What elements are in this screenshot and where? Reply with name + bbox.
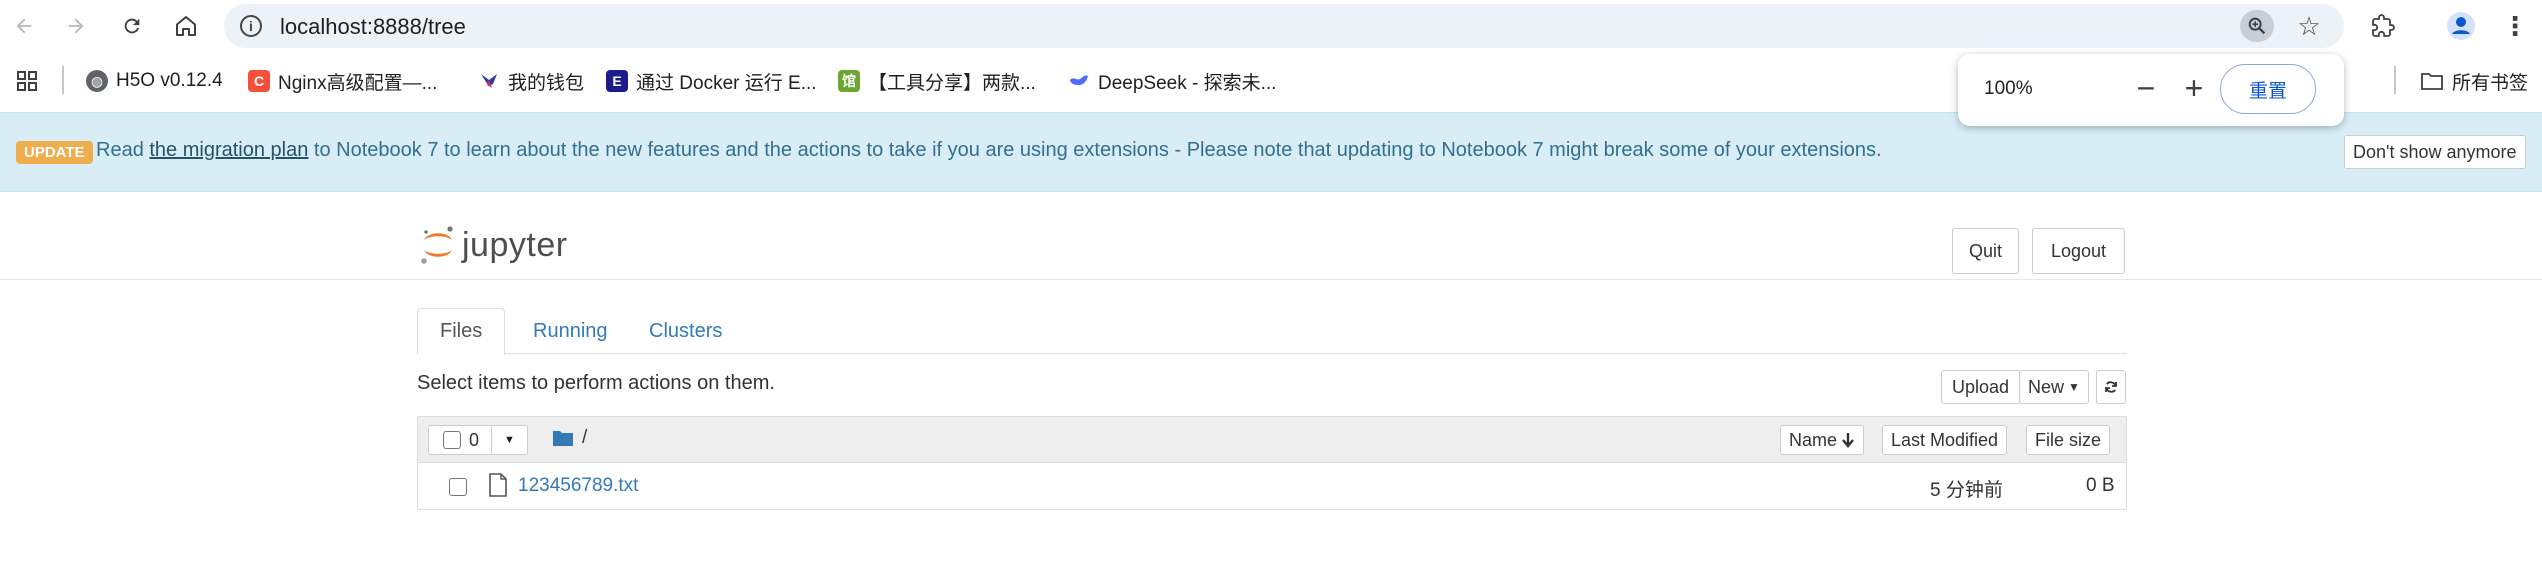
column-name-label: Name	[1789, 429, 1838, 450]
deepseek-icon	[1068, 70, 1090, 92]
selection-hint: Select items to perform actions on them.	[417, 372, 775, 394]
bookmark-item[interactable]: C Nginx高级配置—...	[248, 66, 437, 96]
all-bookmarks[interactable]: 所有书签	[2420, 66, 2528, 96]
jupyter-logo-text: jupyter	[462, 225, 568, 264]
bookmark-item[interactable]: 馆 【工具分享】两款...	[838, 66, 1036, 96]
arrow-left-icon	[16, 18, 32, 34]
file-list-header: 0 ▼ / Name Last Modified File size	[418, 417, 2126, 463]
home-icon	[176, 16, 196, 36]
bookmarks-divider	[62, 66, 64, 94]
address-bar[interactable]: i localhost:8888/tree ☆	[224, 4, 2344, 48]
tab-clusters[interactable]: Clusters	[627, 308, 744, 354]
apps-grid-icon[interactable]	[16, 66, 38, 96]
sort-name-button[interactable]: Name	[1780, 425, 1865, 455]
extensions-button[interactable]	[2364, 8, 2402, 44]
folder-icon	[2421, 73, 2443, 90]
reload-icon	[124, 18, 140, 34]
zoom-level: 100%	[1984, 78, 2033, 99]
bookmark-item[interactable]: 我的钱包	[478, 66, 584, 96]
file-last-modified: 5 分钟前	[1930, 480, 2003, 501]
upload-button[interactable]: Upload	[1941, 370, 2021, 404]
sort-last-modified-button[interactable]: Last Modified	[1882, 425, 2008, 455]
kebab-menu-icon[interactable]: ⋮	[2500, 8, 2530, 44]
caret-down-icon: ▼	[504, 434, 515, 446]
update-message: Read the migration plan to Notebook 7 to…	[96, 139, 1882, 162]
zoom-popup: 100% − + 重置	[1958, 54, 2344, 126]
file-name-link[interactable]: 123456789.txt	[518, 475, 638, 497]
bookmark-label: Nginx高级配置—...	[278, 72, 438, 94]
c-logo-icon: C	[248, 70, 270, 92]
breadcrumb: /	[552, 427, 587, 449]
sort-file-size-button[interactable]: File size	[2026, 425, 2111, 455]
selected-count: 0	[469, 429, 480, 450]
jupyter-header: jupyter Quit Logout	[0, 192, 2542, 280]
zoom-icon[interactable]	[2240, 10, 2274, 42]
update-text-before: Read	[96, 139, 150, 161]
update-text-after: to Notebook 7 to learn about the new fea…	[308, 139, 1882, 161]
e-logo-icon: E	[606, 70, 628, 92]
migration-plan-link[interactable]: the migration plan	[149, 139, 308, 161]
bookmark-label: H5O v0.12.4	[116, 70, 223, 91]
zoom-reset-button[interactable]: 重置	[2220, 64, 2316, 114]
file-icon	[489, 473, 507, 497]
tab-running[interactable]: Running	[511, 308, 630, 354]
bookmark-item[interactable]: ◍ H5O v0.12.4	[86, 66, 223, 96]
jupyter-logo[interactable]: jupyter	[420, 224, 568, 266]
zoom-out-button[interactable]: −	[2126, 68, 2166, 108]
new-label: New	[2028, 376, 2065, 397]
bookmark-item[interactable]: DeepSeek - 探索未...	[1068, 66, 1276, 96]
file-list: 0 ▼ / Name Last Modified File size 12345…	[417, 416, 2127, 510]
arrow-right-icon	[68, 18, 84, 34]
select-menu-dropdown[interactable]: ▼	[492, 426, 527, 454]
jupyter-logo-icon	[421, 226, 453, 264]
select-all-checkbox[interactable]	[443, 431, 461, 449]
bookmarks-divider	[2394, 66, 2396, 94]
bookmark-label: DeepSeek - 探索未...	[1098, 72, 1277, 94]
tab-files[interactable]: Files	[417, 308, 506, 355]
file-row[interactable]: 123456789.txt 5 分钟前 0 B	[418, 463, 2126, 509]
file-size: 0 B	[2086, 475, 2115, 496]
caret-down-icon: ▼	[2068, 380, 2080, 394]
refresh-icon	[2105, 381, 2117, 393]
all-bookmarks-label: 所有书签	[2452, 72, 2529, 94]
puzzle-icon	[2372, 14, 2395, 37]
breadcrumb-root[interactable]: /	[582, 427, 587, 449]
update-badge: UPDATE	[16, 141, 93, 164]
dont-show-anymore-button[interactable]: Don't show anymore	[2344, 135, 2526, 169]
back-button[interactable]	[8, 10, 40, 42]
person-icon	[2447, 12, 2475, 40]
site-info-icon[interactable]: i	[240, 15, 262, 37]
profile-avatar[interactable]	[2442, 8, 2480, 44]
reload-button[interactable]	[116, 10, 148, 42]
refresh-button[interactable]	[2096, 370, 2126, 404]
bookmark-item[interactable]: E 通过 Docker 运行 E...	[606, 66, 817, 96]
bookmark-label: 我的钱包	[508, 72, 585, 94]
bookmark-star-icon[interactable]: ☆	[2292, 10, 2326, 42]
arrow-down-icon	[1842, 433, 1854, 448]
tab-bar: Files Running Clusters	[417, 308, 2127, 355]
select-all-group: 0 ▼	[428, 425, 528, 455]
globe-icon: ◍	[86, 70, 108, 92]
bird-icon	[478, 70, 500, 92]
select-all-checkbox-button[interactable]: 0	[429, 426, 493, 454]
zoom-in-button[interactable]: +	[2174, 68, 2214, 108]
home-button[interactable]	[170, 10, 202, 42]
new-dropdown-button[interactable]: New ▼	[2019, 370, 2089, 404]
url-text[interactable]: localhost:8888/tree	[280, 14, 466, 40]
bookmark-label: 通过 Docker 运行 E...	[636, 72, 817, 94]
forward-button[interactable]	[60, 10, 92, 42]
app-icon: 馆	[838, 70, 860, 92]
file-checkbox[interactable]	[449, 478, 467, 496]
bookmark-label: 【工具分享】两款...	[868, 72, 1036, 94]
folder-icon[interactable]	[552, 429, 574, 447]
quit-button[interactable]: Quit	[1952, 228, 2020, 274]
logout-button[interactable]: Logout	[2032, 228, 2126, 274]
